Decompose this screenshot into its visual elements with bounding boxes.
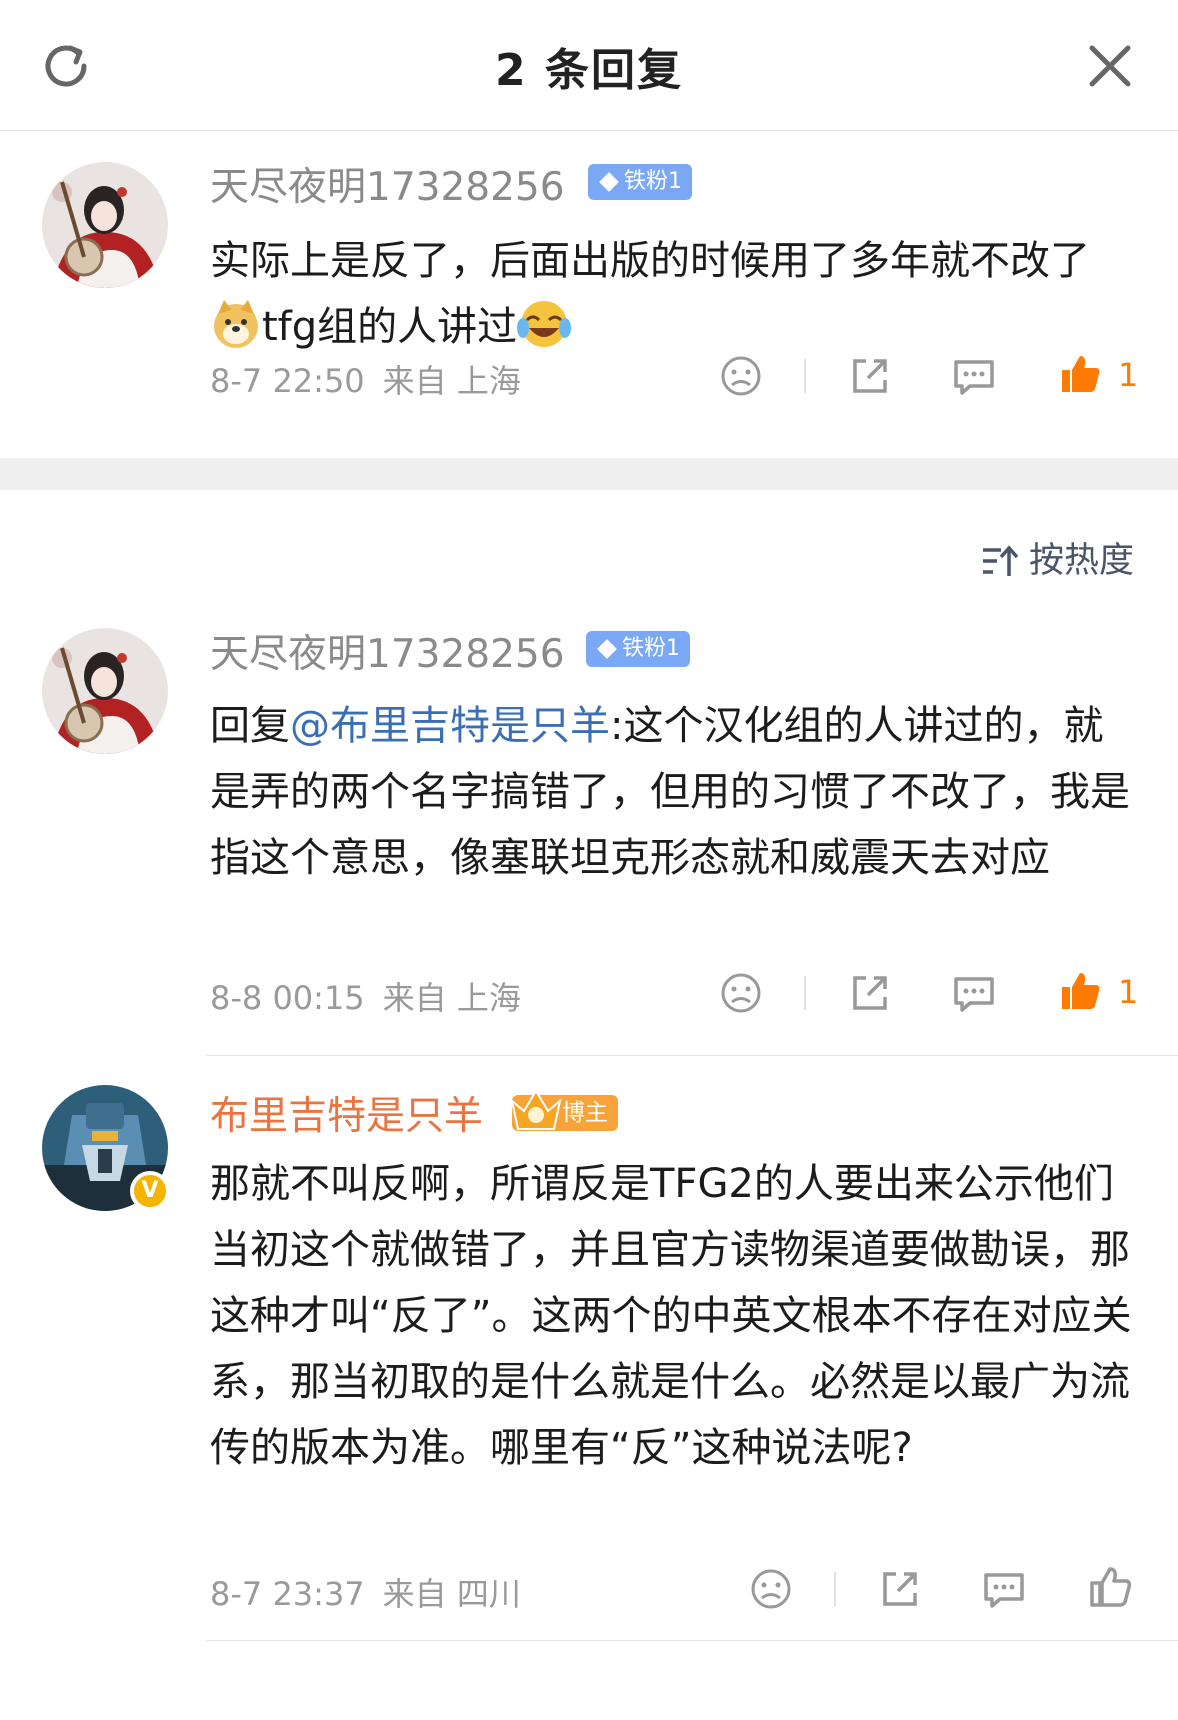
reply-username[interactable]: 天尽夜明17328256 (210, 623, 565, 679)
avatar[interactable] (42, 162, 168, 288)
dislike-icon[interactable] (747, 1565, 795, 1613)
action-separator (804, 359, 806, 393)
comment-source: 来自 上海 (382, 362, 521, 400)
comment-username[interactable]: 天尽夜明17328256 (210, 156, 565, 212)
like-icon[interactable] (1056, 967, 1104, 1015)
verified-badge: V (130, 1171, 170, 1211)
comment-meta: 8-7 22:50 来自 上海 (210, 356, 539, 402)
dislike-icon[interactable] (717, 352, 765, 400)
fan-badge: 铁粉1 (586, 631, 690, 667)
action-separator (834, 1572, 836, 1606)
comment-icon[interactable] (950, 969, 998, 1017)
laugh-cry-emoji (517, 301, 572, 347)
reply-body: 那就不叫反啊，所谓反是TFG2的人要出来公示他们当初这个就做错了，并且官方读物渠… (210, 1161, 1132, 1471)
share-icon[interactable] (846, 969, 894, 1017)
like-count: 1 (1118, 973, 1139, 1011)
action-separator (804, 976, 806, 1010)
close-icon[interactable] (1086, 42, 1134, 90)
comment-text: 实际上是反了，后面出版的时候用了多年就不改了 tfg组的人讲过 (210, 228, 1140, 360)
page-title: 2 条回复 (495, 45, 683, 96)
crown-icon (510, 1089, 562, 1130)
top-bar: 2 条回复 (0, 0, 1178, 131)
author-username[interactable]: 布里吉特是只羊 (210, 1085, 483, 1141)
comment-date: 8-7 22:50 (210, 362, 365, 400)
reply-text: 回复@布里吉特是只羊:这个汉化组的人讲过的，就是弄的两个名字搞错了，但用的习惯了… (210, 693, 1140, 891)
comment-icon[interactable] (950, 352, 998, 400)
like-icon[interactable] (1086, 1563, 1134, 1611)
blogger-badge-label: 博主 (562, 1100, 608, 1126)
reply-date: 8-8 00:15 (210, 979, 365, 1017)
comment-icon[interactable] (980, 1565, 1028, 1613)
reply-date: 8-7 23:37 (210, 1575, 365, 1613)
reply-prefix: 回复 (210, 703, 290, 749)
sort-control[interactable]: 按热度 (981, 532, 1134, 583)
reply-meta: 8-7 23:37 来自 四川 (210, 1569, 539, 1615)
like-icon[interactable] (1056, 350, 1104, 398)
dislike-icon[interactable] (717, 969, 765, 1017)
reply-item: 天尽夜明17328256 铁粉1 回复@布里吉特是只羊:这个汉化组的人讲过的，就… (0, 595, 1178, 1055)
mention-link[interactable]: @布里吉特是只羊 (290, 703, 610, 749)
fan-badge: 铁粉1 (588, 164, 692, 200)
like-count: 1 (1118, 356, 1139, 394)
share-icon[interactable] (876, 1565, 924, 1613)
fan-badge-label: 铁粉1 (624, 169, 682, 194)
avatar[interactable] (42, 628, 168, 754)
doge-emoji (214, 300, 258, 348)
comment-text-part2: tfg组的人讲过 (262, 304, 518, 350)
diamond-icon (597, 639, 617, 659)
reply-text: 那就不叫反啊，所谓反是TFG2的人要出来公示他们当初这个就做错了，并且官方读物渠… (210, 1151, 1140, 1481)
main-comment: 天尽夜明17328256 铁粉1 实际上是反了，后面出版的时候用了多年就不改了 t… (0, 130, 1178, 458)
reply-source: 来自 上海 (382, 979, 521, 1017)
reply-source: 来自 四川 (382, 1575, 521, 1613)
fan-badge-label: 铁粉1 (622, 636, 680, 661)
reply-meta: 8-8 00:15 来自 上海 (210, 973, 539, 1019)
sort-label: 按热度 (1028, 541, 1134, 581)
comment-text-part1: 实际上是反了，后面出版的时候用了多年就不改了 (210, 238, 1090, 284)
share-icon[interactable] (846, 352, 894, 400)
diamond-icon (599, 172, 619, 192)
sort-icon (982, 545, 1019, 576)
blogger-badge: 博主 (510, 1089, 618, 1131)
reply-item: V 布里吉特是只羊 博主 那就不叫反啊，所谓反是TFG2的人要出来公示他们当初这… (0, 1055, 1178, 1640)
section-gap (0, 458, 1178, 490)
reply-divider (206, 1640, 1178, 1641)
